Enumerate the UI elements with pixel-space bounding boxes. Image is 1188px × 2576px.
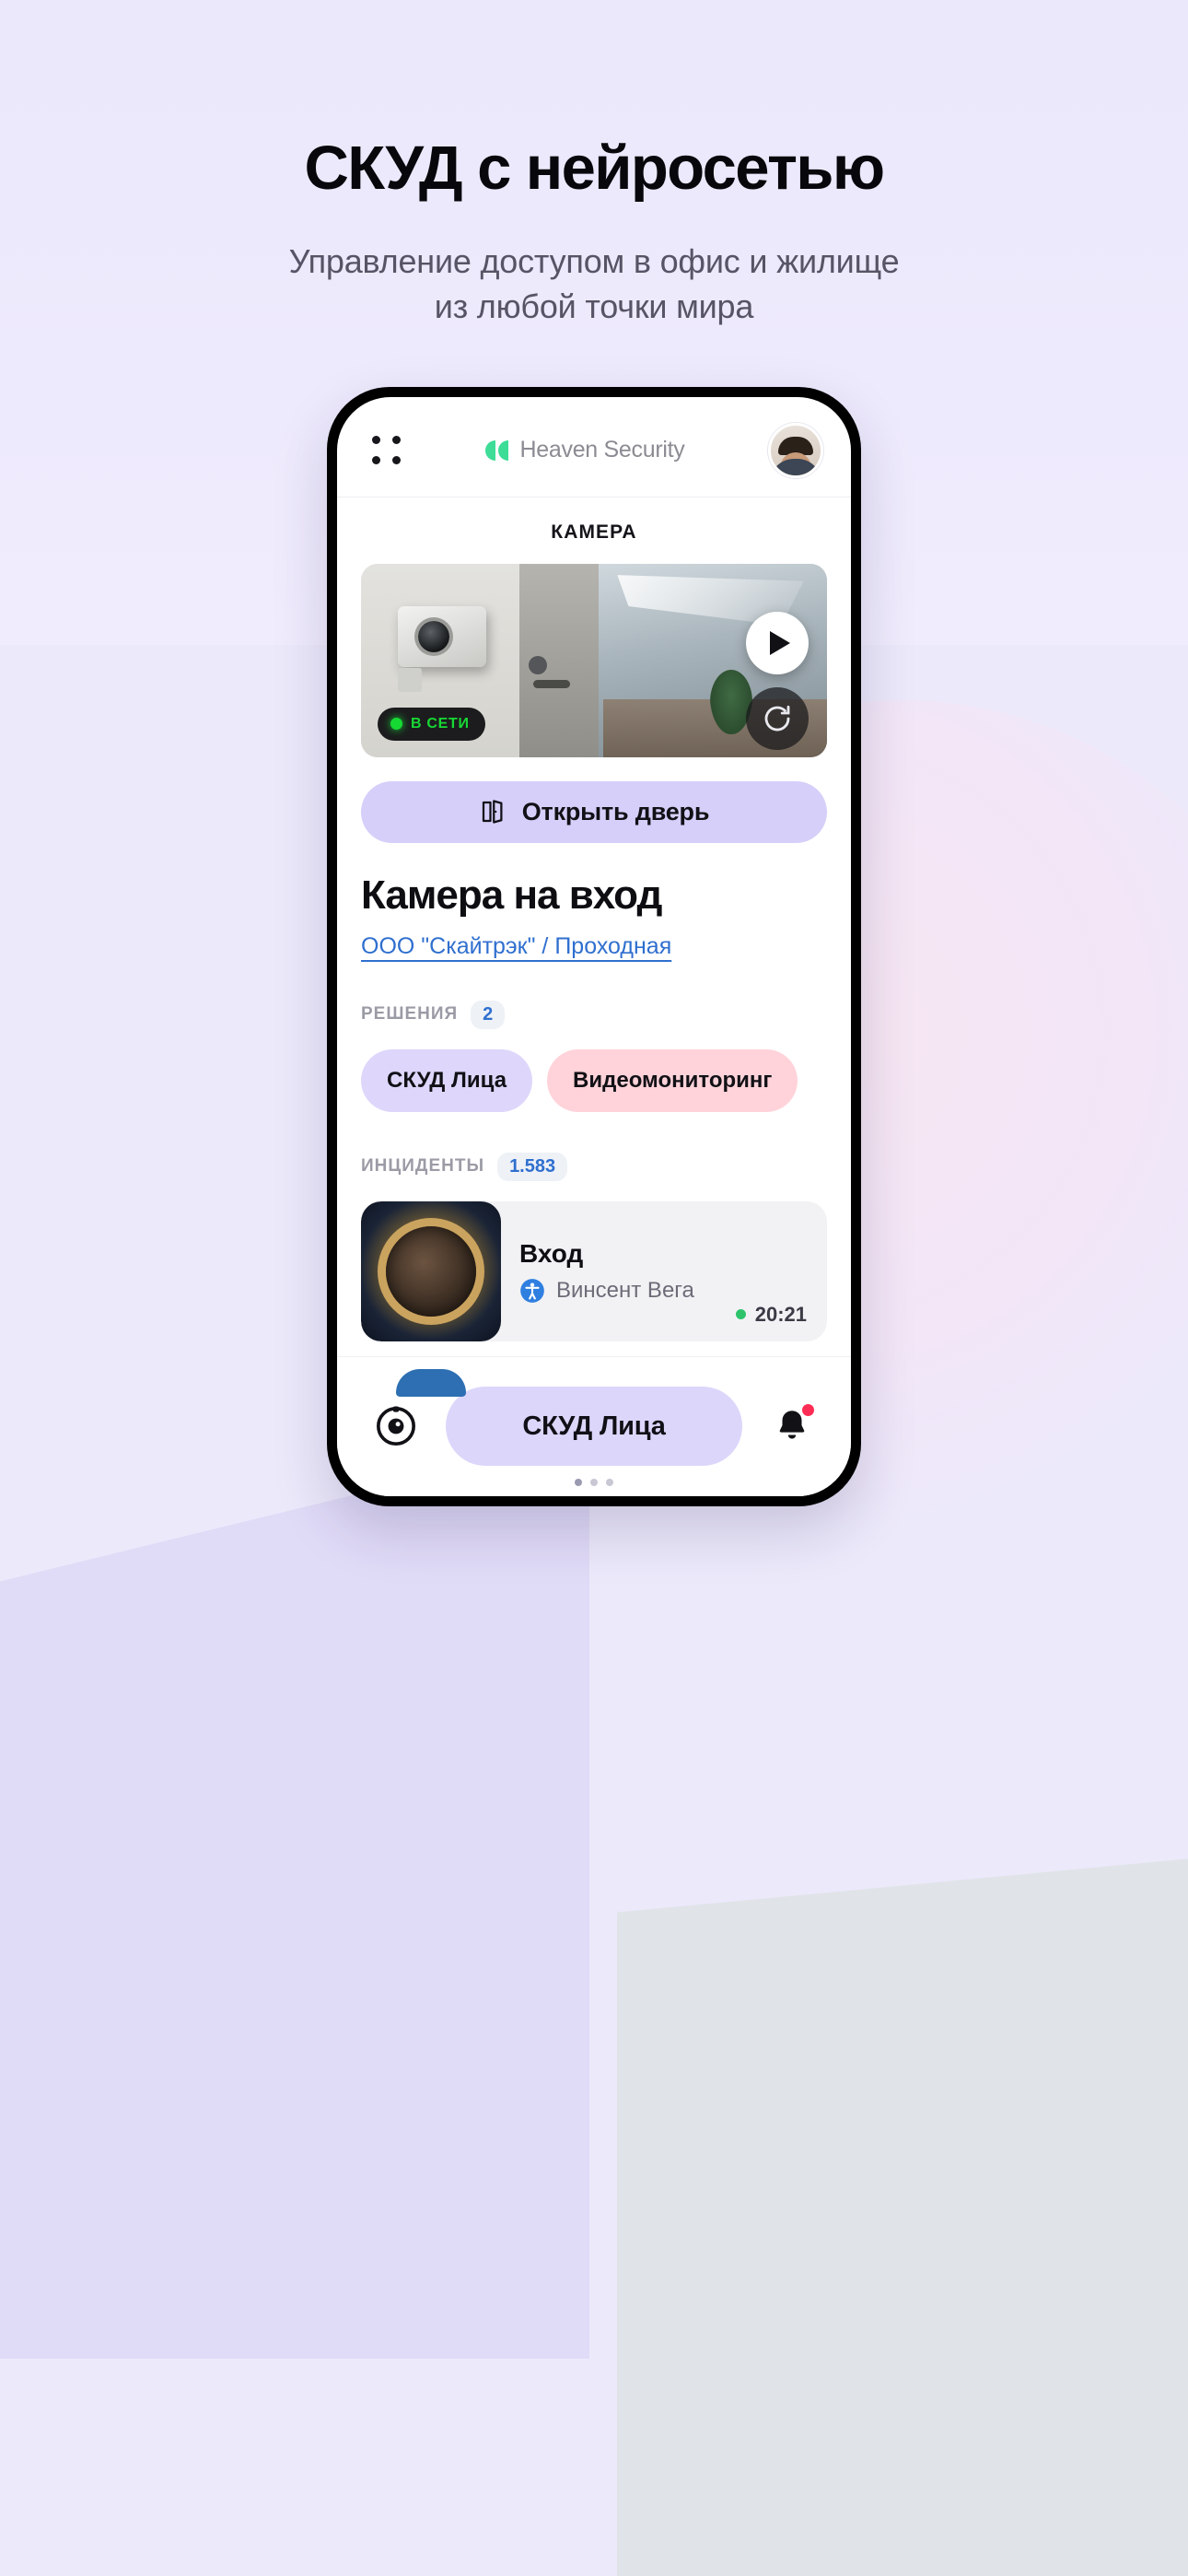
page-title: СКУД с нейросетью (304, 134, 886, 203)
phone-screen: Heaven Security КАМЕРА В СЕТИ Открыть дв… (337, 396, 851, 1496)
camera-eye-icon (377, 1406, 415, 1446)
status-dot-icon (735, 1309, 746, 1320)
incident-title: Вход (519, 1238, 584, 1268)
solutions-section-header: РЕШЕНИЯ 2 (361, 1000, 827, 1029)
camera-title: Камера на вход (361, 872, 662, 918)
incident-meta: 20:21 (735, 1201, 807, 1341)
accessibility-icon (520, 1278, 544, 1303)
page-subtitle: Управление доступом в офис и жилище из л… (0, 240, 1188, 329)
open-door-label: Открыть дверь (521, 797, 710, 825)
camera-eye-button[interactable] (370, 1400, 422, 1452)
incident-thumbnail-cap (396, 1368, 466, 1397)
avatar[interactable] (768, 422, 823, 478)
status-badge-label: В СЕТИ (411, 715, 470, 732)
incident-body: Вход Винсент Вега (519, 1239, 717, 1304)
door-open-icon (482, 800, 503, 824)
hero-section: СКУД с нейросетью Управление доступом в … (0, 0, 1188, 330)
incident-person: Винсент Вега (519, 1278, 717, 1304)
phone-frame: Heaven Security КАМЕРА В СЕТИ Открыть дв… (327, 386, 861, 1506)
list-item[interactable]: Вход Винсент Вега 20:21 (361, 1200, 827, 1341)
phone-mockup: Heaven Security КАМЕРА В СЕТИ Открыть дв… (0, 386, 1188, 1506)
avatar-body (771, 458, 821, 475)
heaven-logo-icon (484, 439, 508, 461)
page-subtitle-line2: из любой точки мира (434, 287, 754, 325)
solutions-count-badge: 2 (471, 1000, 506, 1029)
incidents-count-badge: 1.583 (497, 1152, 568, 1181)
incident-thumbnail (361, 1200, 501, 1341)
incident-person-name: Винсент Вега (556, 1277, 694, 1303)
status-badge: В СЕТИ (378, 707, 485, 741)
brand-name: Heaven Security (519, 437, 685, 463)
notification-badge-dot (802, 1404, 814, 1417)
online-dot-icon (390, 718, 402, 731)
video-wall-camera (398, 605, 487, 667)
brand: Heaven Security (484, 437, 685, 463)
incident-time-label: 20:21 (754, 1302, 807, 1326)
solutions-title: РЕШЕНИЯ (361, 1004, 459, 1025)
grid-dots-icon[interactable] (372, 436, 401, 465)
play-icon (770, 630, 790, 655)
replay-button[interactable] (746, 686, 809, 750)
incidents-title: ИНЦИДЕНТЫ (361, 1156, 485, 1177)
app-header: Heaven Security (337, 397, 851, 498)
notifications-button[interactable] (766, 1400, 818, 1452)
skud-faces-label: СКУД Лица (522, 1411, 666, 1441)
chip-skud-faces[interactable]: СКУД Лица (361, 1048, 533, 1112)
page-subtitle-line1: Управление доступом в офис и жилище (288, 242, 900, 281)
section-label-camera: КАМЕРА (551, 521, 637, 543)
camera-video-preview[interactable]: В СЕТИ (361, 563, 827, 757)
background-blob-grey (617, 1852, 1188, 2576)
skud-faces-primary-button[interactable]: СКУД Лица (446, 1387, 742, 1487)
page-indicator[interactable] (575, 1479, 613, 1487)
chip-video-monitoring[interactable]: Видеомониторинг (547, 1048, 798, 1112)
play-button[interactable] (746, 611, 809, 674)
solutions-chips: СКУД Лица Видеомониторинг (361, 1048, 827, 1112)
open-door-button[interactable]: Открыть дверь (361, 780, 827, 843)
background-blob-lilac (0, 1437, 589, 2359)
incidents-section-header: ИНЦИДЕНТЫ 1.583 (361, 1152, 827, 1181)
breadcrumb[interactable]: ООО "Скайтрэк" / Проходная (361, 933, 827, 960)
video-door-handle (533, 679, 571, 688)
incident-time: 20:21 (735, 1302, 807, 1327)
replay-icon (764, 705, 790, 731)
video-camera-mount (398, 668, 423, 693)
